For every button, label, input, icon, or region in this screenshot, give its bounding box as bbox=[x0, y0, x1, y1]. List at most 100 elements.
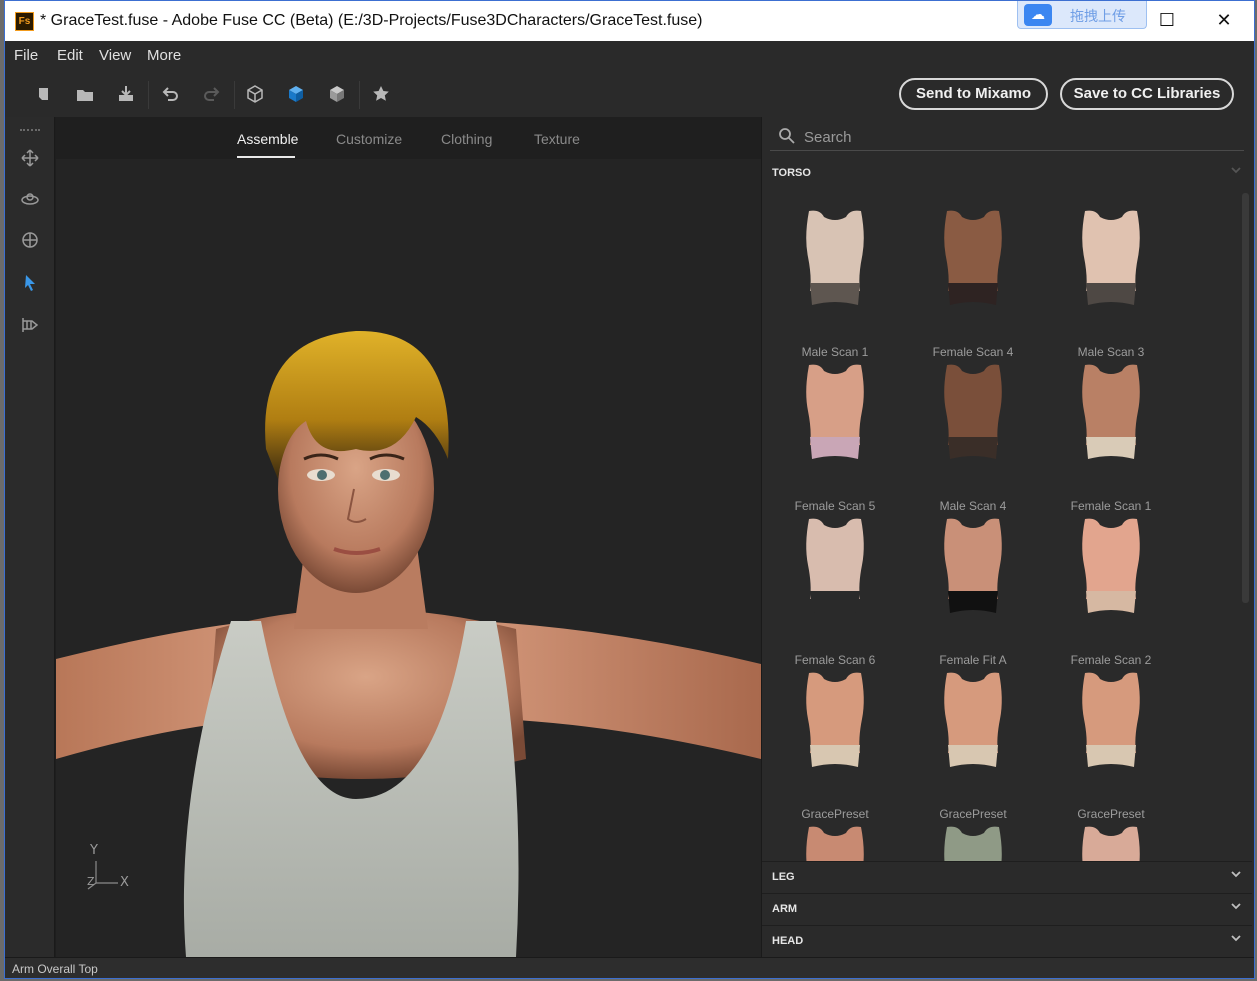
torso-item-label: Male Scan 1 bbox=[801, 345, 869, 359]
torso-item[interactable]: GracePreset bbox=[766, 669, 904, 823]
axis-y-label: Y bbox=[90, 843, 98, 858]
torso-item[interactable]: GracePreset bbox=[1042, 669, 1180, 823]
torso-item[interactable]: Female Fit A bbox=[904, 515, 1042, 669]
torso-grid: Male Scan 1 Female Scan 4 Male Scan 3 Femal… bbox=[762, 193, 1240, 861]
torso-thumbnail-icon bbox=[806, 518, 864, 613]
save-to-cc-libraries-button[interactable]: Save to CC Libraries bbox=[1060, 78, 1234, 110]
torso-item[interactable]: Male Scan 1 bbox=[766, 207, 904, 361]
torso-item-label: Female Fit A bbox=[939, 653, 1007, 667]
title-bar: Fs * GraceTest.fuse - Adobe Fuse CC (Bet… bbox=[5, 1, 1254, 41]
torso-thumbnail-icon bbox=[944, 210, 1002, 305]
tab-customize[interactable]: Customize bbox=[336, 131, 402, 147]
tab-assemble[interactable]: Assemble bbox=[237, 131, 298, 147]
grip-handle[interactable] bbox=[20, 129, 40, 131]
undo-icon[interactable] bbox=[159, 83, 181, 105]
cloud-upload-label: 拖拽上传 bbox=[1070, 9, 1126, 25]
save-icon[interactable] bbox=[115, 83, 137, 105]
torso-item-label: Female Scan 4 bbox=[932, 345, 1014, 359]
section-label: TORSO bbox=[772, 167, 811, 179]
open-icon[interactable] bbox=[74, 83, 96, 105]
content-library-panel: TORSO Male Scan 1 Female Scan 4 Male Scan … bbox=[761, 117, 1254, 957]
torso-item[interactable]: Male Scan 3 bbox=[1042, 207, 1180, 361]
fuse-app-icon: Fs bbox=[15, 12, 34, 31]
torso-thumbnail-icon bbox=[944, 826, 1002, 861]
window-title: * GraceTest.fuse - Adobe Fuse CC (Beta) … bbox=[40, 12, 703, 29]
torso-thumbnail-icon bbox=[1082, 672, 1140, 767]
axis-gizmo: Y X Z bbox=[84, 843, 134, 893]
close-button[interactable]: ✕ bbox=[1212, 9, 1236, 33]
axis-x-label: X bbox=[120, 875, 129, 890]
torso-item[interactable]: Female Scan 5 bbox=[766, 361, 904, 515]
3d-viewport[interactable]: Assemble Customize Clothing Texture Y X … bbox=[56, 117, 761, 957]
tab-clothing[interactable]: Clothing bbox=[441, 131, 492, 147]
torso-thumbnail-icon bbox=[1082, 210, 1140, 305]
menu-view[interactable]: View bbox=[99, 47, 131, 64]
torso-item[interactable]: Female Scan 2 bbox=[1042, 515, 1180, 669]
solid-cube-icon[interactable] bbox=[285, 83, 307, 105]
section-leg[interactable]: LEG bbox=[762, 863, 1252, 893]
search-bar bbox=[770, 125, 1244, 151]
divider bbox=[762, 893, 1252, 894]
scrollbar[interactable] bbox=[1242, 193, 1249, 603]
section-arm[interactable]: ARM bbox=[762, 895, 1252, 925]
move-icon[interactable] bbox=[18, 146, 42, 170]
torso-item[interactable]: Female Scan 6 bbox=[766, 515, 904, 669]
chevron-down-icon bbox=[1228, 931, 1244, 947]
torso-thumbnail-icon bbox=[806, 210, 864, 305]
mode-tabs: Assemble Customize Clothing Texture bbox=[56, 117, 761, 159]
torso-thumbnail-icon bbox=[806, 826, 864, 861]
chevron-down-icon bbox=[1228, 899, 1244, 915]
torso-item-label: Female Scan 5 bbox=[794, 499, 876, 513]
torso-item[interactable]: GracePreset bbox=[904, 669, 1042, 823]
torso-item-label: Male Scan 4 bbox=[939, 499, 1007, 513]
torso-item-label: Female Scan 2 bbox=[1070, 653, 1152, 667]
torso-thumbnail-icon bbox=[1082, 518, 1140, 613]
send-to-mixamo-button[interactable]: Send to Mixamo bbox=[899, 78, 1048, 110]
status-text: Arm Overall Top bbox=[12, 962, 98, 976]
torso-item-label: GracePreset bbox=[801, 807, 869, 821]
toolbar-separator bbox=[234, 81, 235, 109]
section-torso[interactable]: TORSO bbox=[762, 159, 1252, 189]
torso-thumbnail-icon bbox=[806, 672, 864, 767]
torso-item-label: Female Scan 6 bbox=[794, 653, 876, 667]
tab-texture[interactable]: Texture bbox=[534, 131, 580, 147]
shaded-cube-icon[interactable] bbox=[326, 83, 348, 105]
torso-item[interactable] bbox=[1042, 823, 1180, 861]
orbit-icon[interactable] bbox=[18, 187, 42, 211]
tool-strip bbox=[5, 117, 55, 957]
app-window: Fs * GraceTest.fuse - Adobe Fuse CC (Bet… bbox=[4, 0, 1255, 979]
cloud-upload-widget[interactable]: ☁ 拖拽上传 bbox=[1017, 1, 1147, 29]
cloud-icon: ☁ bbox=[1024, 4, 1052, 26]
torso-item-label: GracePreset bbox=[939, 807, 1007, 821]
search-icon bbox=[778, 127, 796, 145]
torso-thumbnail-icon bbox=[944, 672, 1002, 767]
divider bbox=[762, 925, 1252, 926]
torso-item-label: GracePreset bbox=[1077, 807, 1145, 821]
section-label: ARM bbox=[772, 903, 798, 915]
target-icon[interactable] bbox=[18, 228, 42, 252]
favorite-icon[interactable] bbox=[370, 83, 392, 105]
menu-more[interactable]: More bbox=[147, 47, 181, 64]
menu-edit[interactable]: Edit bbox=[57, 47, 83, 64]
torso-item[interactable]: Male Scan 4 bbox=[904, 361, 1042, 515]
torso-item[interactable]: Female Scan 1 bbox=[1042, 361, 1180, 515]
maximize-button[interactable]: ☐ bbox=[1155, 9, 1179, 33]
torso-item[interactable] bbox=[904, 823, 1042, 861]
divider bbox=[762, 861, 1252, 862]
torso-thumbnail-icon bbox=[806, 364, 864, 459]
grid-view-icon[interactable] bbox=[18, 313, 42, 337]
new-icon[interactable] bbox=[33, 83, 55, 105]
redo-icon[interactable] bbox=[201, 83, 223, 105]
section-head[interactable]: HEAD bbox=[762, 927, 1252, 957]
wireframe-cube-icon[interactable] bbox=[244, 83, 266, 105]
axis-z-label: Z bbox=[87, 875, 95, 888]
toolbar-separator bbox=[359, 81, 360, 109]
select-arrow-icon[interactable] bbox=[18, 271, 42, 295]
active-tab-indicator bbox=[237, 156, 295, 158]
character-model[interactable] bbox=[56, 159, 761, 957]
menu-file[interactable]: File bbox=[14, 47, 38, 64]
torso-item[interactable]: Female Scan 4 bbox=[904, 207, 1042, 361]
torso-thumbnail-icon bbox=[944, 364, 1002, 459]
torso-item[interactable] bbox=[766, 823, 904, 861]
search-input[interactable] bbox=[804, 127, 1234, 147]
